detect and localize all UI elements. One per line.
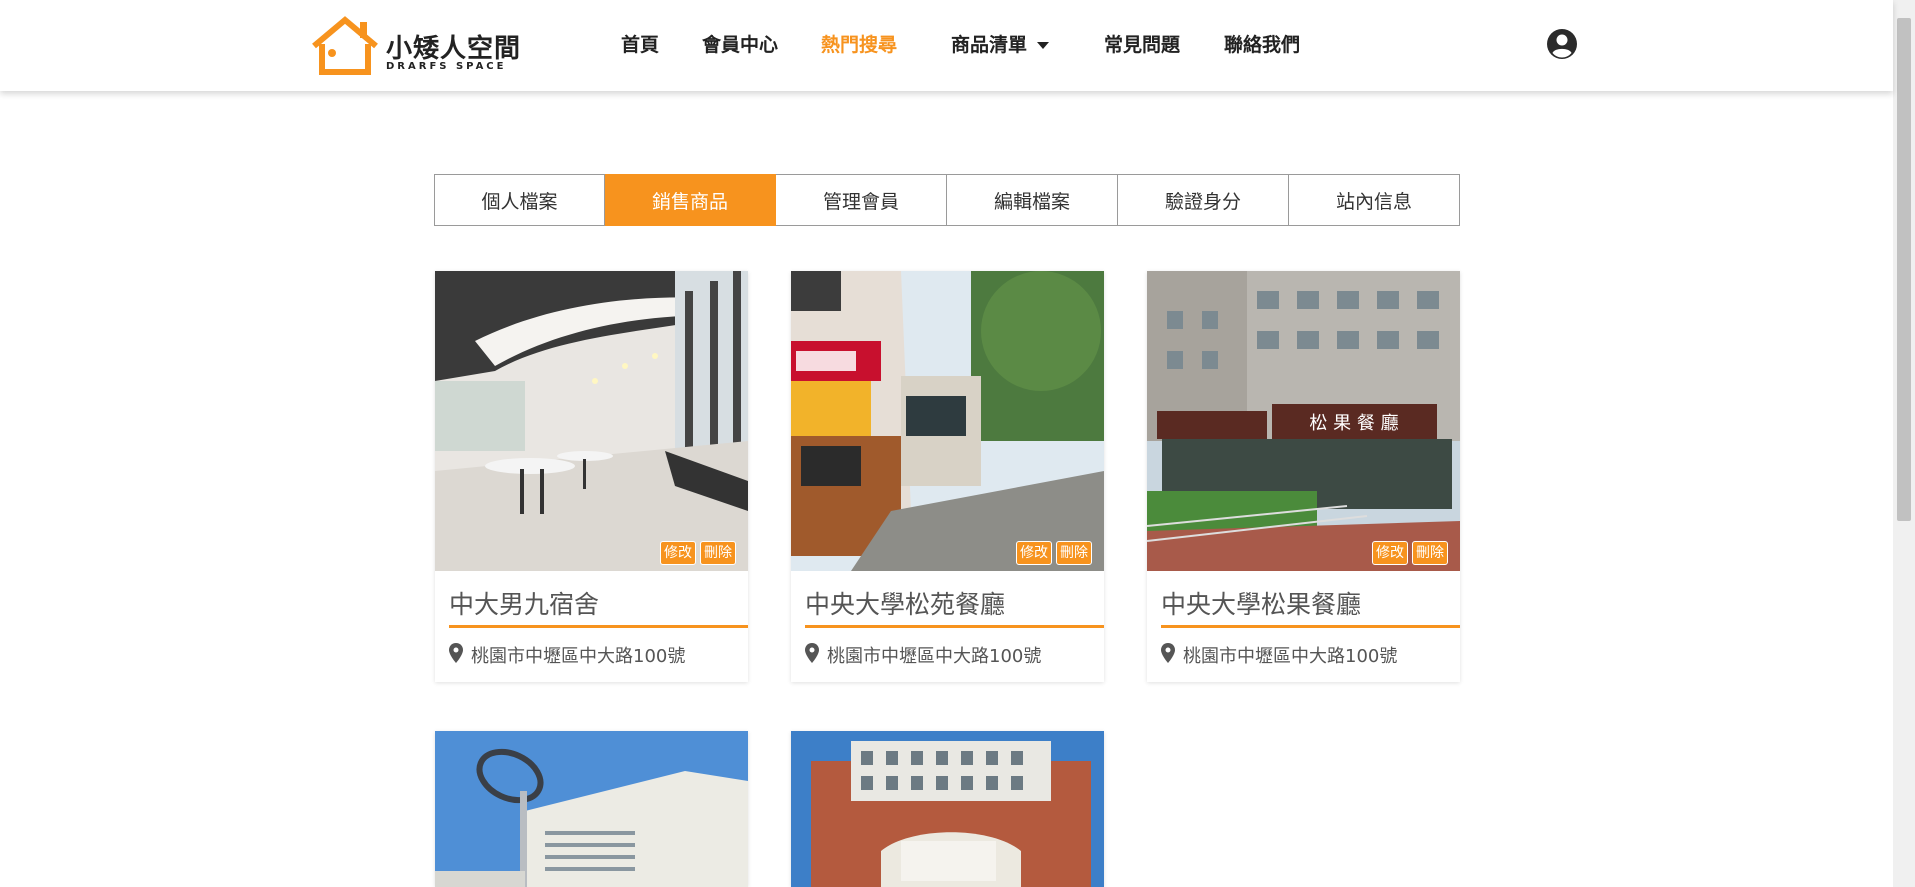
delete-button[interactable]: 刪除 [1412, 541, 1448, 565]
tab-messages[interactable]: 站內信息 [1289, 174, 1460, 226]
brand-name: 小矮人空間 [386, 34, 522, 64]
listing-address: 桃園市中壢區中大路100號 [449, 642, 748, 682]
listing-card[interactable]: 松 果 餐 廳 修改 刪除 中央大學松果餐廳 桃園市中壢區中大路100號 [1147, 271, 1460, 682]
caret-down-icon [1037, 42, 1050, 49]
listing-photo[interactable] [791, 731, 1104, 887]
edit-button[interactable]: 修改 [1372, 541, 1408, 565]
listing-card[interactable]: 修改 刪除 中央大學松苑餐廳 桃園市中壢區中大路100號 [791, 271, 1104, 682]
listing-card[interactable] [435, 731, 748, 887]
edit-button[interactable]: 修改 [1016, 541, 1052, 565]
listing-address-text: 桃園市中壢區中大路100號 [471, 646, 686, 667]
listing-address: 桃園市中壢區中大路100號 [805, 642, 1104, 682]
library-building-image [791, 731, 1104, 887]
brand-subtitle: DRARFS SPACE [386, 61, 507, 72]
nav-popular-search[interactable]: 熱門搜尋 [821, 30, 897, 57]
shop-sign: 松 果 餐 廳 [1309, 413, 1398, 434]
tab-manage-members[interactable]: 管理會員 [776, 174, 947, 226]
listing-title[interactable]: 中央大學松果餐廳 [1161, 585, 1460, 628]
map-pin-icon [805, 643, 819, 663]
campus-cafeteria-image: 松 果 餐 廳 [1147, 271, 1460, 571]
profile-tabs: 個人檔案 銷售商品 管理會員 編輯檔案 驗證身分 站內信息 [434, 174, 1460, 226]
listing-photo[interactable]: 修改 刪除 [435, 271, 748, 571]
tab-profile[interactable]: 個人檔案 [434, 174, 605, 226]
tab-selling-products[interactable]: 銷售商品 [605, 174, 776, 226]
delete-button[interactable]: 刪除 [1056, 541, 1092, 565]
nav-product-list-label: 商品清單 [951, 34, 1028, 56]
top-navbar: 小矮人空間 DRARFS SPACE 首頁 會員中心 熱門搜尋 商品清單 常見問… [0, 0, 1893, 91]
nav-faq[interactable]: 常見問題 [1104, 30, 1180, 57]
listing-photo[interactable]: 松 果 餐 廳 修改 刪除 [1147, 271, 1460, 571]
nav-member-center[interactable]: 會員中心 [702, 30, 778, 57]
listing-title[interactable]: 中大男九宿舍 [449, 585, 748, 628]
nav-product-list[interactable]: 商品清單 [951, 30, 1050, 57]
edit-button[interactable]: 修改 [660, 541, 696, 565]
delete-button[interactable]: 刪除 [700, 541, 736, 565]
listing-address: 桃園市中壢區中大路100號 [1161, 642, 1460, 682]
restaurant-storefront-image [791, 271, 1104, 571]
scrollbar-thumb[interactable] [1897, 18, 1911, 521]
nav-home[interactable]: 首頁 [621, 30, 659, 57]
listing-card[interactable] [791, 731, 1104, 887]
listing-photo[interactable]: 修改 刪除 [791, 271, 1104, 571]
listing-address-text: 桃園市中壢區中大路100號 [1183, 646, 1398, 667]
map-pin-icon [449, 643, 463, 663]
dormitory-lounge-image [435, 271, 748, 571]
campus-building-sculpture-image [435, 731, 748, 887]
tab-verify-identity[interactable]: 驗證身分 [1118, 174, 1289, 226]
listing-photo[interactable] [435, 731, 748, 887]
nav-contact[interactable]: 聯絡我們 [1224, 30, 1300, 57]
site-logo[interactable]: 小矮人空間 DRARFS SPACE [310, 16, 520, 76]
listing-address-text: 桃園市中壢區中大路100號 [827, 646, 1042, 667]
tab-edit-profile[interactable]: 編輯檔案 [947, 174, 1118, 226]
listing-card[interactable]: 修改 刪除 中大男九宿舍 桃園市中壢區中大路100號 [435, 271, 748, 682]
user-account-icon[interactable] [1546, 28, 1578, 60]
listing-title[interactable]: 中央大學松苑餐廳 [805, 585, 1104, 628]
map-pin-icon [1161, 643, 1175, 663]
page-scrollbar[interactable] [1893, 0, 1915, 887]
house-logo-icon [312, 16, 378, 75]
